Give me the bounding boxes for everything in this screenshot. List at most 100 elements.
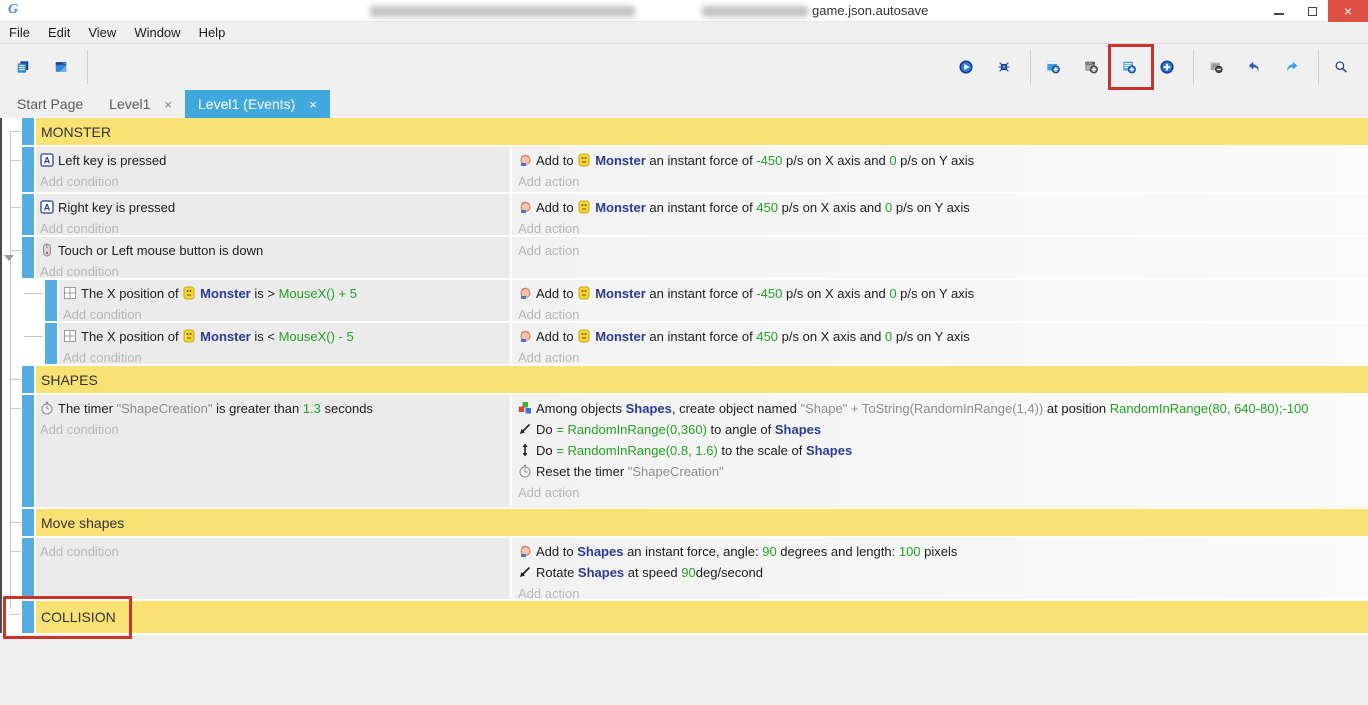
add-action-link[interactable]: Add action xyxy=(518,171,1364,192)
svg-text:A: A xyxy=(44,156,51,166)
object-name: Shapes xyxy=(775,422,821,437)
text-segment: Add to xyxy=(536,286,577,301)
event-group-row: MONSTER xyxy=(2,118,1368,145)
minimize-button[interactable] xyxy=(1264,0,1296,22)
add-event-button[interactable] xyxy=(1112,48,1150,86)
toolbar-separator xyxy=(1030,50,1031,84)
condition-line[interactable]: The X position of Monster is > MouseX() … xyxy=(63,283,506,304)
condition-line[interactable]: The timer "ShapeCreation" is greater tha… xyxy=(40,398,506,419)
toolbar-separator xyxy=(87,50,88,84)
text-segment: p/s on X axis and xyxy=(782,286,889,301)
add-action-link[interactable]: Add action xyxy=(518,583,1364,599)
add-external-events-button[interactable] xyxy=(1074,48,1112,86)
text-segment: is > xyxy=(251,286,279,301)
event-selection-bar xyxy=(45,323,57,364)
add-event-icon xyxy=(1122,60,1136,74)
event-row: ALeft key is pressedAdd condition Add to … xyxy=(2,147,1368,192)
event-selection-bar xyxy=(22,147,34,192)
collapse-arrow-icon[interactable] xyxy=(4,255,14,261)
text-segment: , create object named xyxy=(672,401,801,416)
scene-editor-button[interactable] xyxy=(44,48,82,86)
text-segment: p/s on Y axis xyxy=(897,153,975,168)
text-segment: Add to xyxy=(536,153,577,168)
sub-event-indent xyxy=(22,323,45,364)
add-action-link[interactable]: Add action xyxy=(518,218,1364,235)
menu-help[interactable]: Help xyxy=(190,22,235,44)
action-line[interactable]: Add to Monster an instant force of -450 … xyxy=(518,283,1364,304)
tab-level1-events-[interactable]: Level1 (Events)× xyxy=(185,90,330,118)
tree-tick xyxy=(10,522,21,523)
group-header-monster[interactable]: MONSTER xyxy=(36,118,1368,145)
close-icon: × xyxy=(1344,3,1352,19)
play-button[interactable] xyxy=(949,48,987,86)
add-condition-link[interactable]: Add condition xyxy=(40,541,506,562)
object-name: Monster xyxy=(200,286,251,301)
undo-icon xyxy=(1247,60,1261,74)
tree-tick xyxy=(10,614,21,615)
action-line[interactable]: Add to Monster an instant force of 450 p… xyxy=(518,197,1364,218)
event-selection-bar xyxy=(22,509,34,536)
rotate-icon xyxy=(518,565,532,579)
app-logo-icon: G xyxy=(8,2,24,18)
project-manager-icon xyxy=(16,60,30,74)
search-button[interactable] xyxy=(1324,48,1362,86)
tab-close-icon[interactable]: × xyxy=(164,97,172,112)
action-line[interactable]: Add to Monster an instant force of -450 … xyxy=(518,150,1364,171)
event-selection-bar xyxy=(22,118,34,145)
add-condition-link[interactable]: Add condition xyxy=(40,419,506,440)
menu-file[interactable]: File xyxy=(0,22,39,44)
text-segment: Reset the timer xyxy=(536,464,628,479)
condition-line[interactable]: The X position of Monster is < MouseX() … xyxy=(63,326,506,347)
sub-event-indent xyxy=(22,280,45,321)
add-object-button[interactable] xyxy=(1150,48,1188,86)
text-segment: -450 xyxy=(756,286,782,301)
menu-window[interactable]: Window xyxy=(125,22,189,44)
undo-button[interactable] xyxy=(1237,48,1275,86)
add-action-link[interactable]: Add action xyxy=(518,482,1364,503)
add-condition-link[interactable]: Add condition xyxy=(63,304,506,321)
menu-edit[interactable]: Edit xyxy=(39,22,79,44)
text-segment: degrees and length: xyxy=(777,544,899,559)
text-segment: Add to xyxy=(536,200,577,215)
text-segment: Add to xyxy=(536,329,577,344)
debug-button[interactable] xyxy=(987,48,1025,86)
action-line[interactable]: Add to Shapes an instant force, angle: 9… xyxy=(518,541,1364,562)
add-condition-link[interactable]: Add condition xyxy=(40,218,506,235)
add-condition-link[interactable]: Add condition xyxy=(40,171,506,192)
tab-start-page[interactable]: Start Page xyxy=(4,90,96,118)
add-condition-link[interactable]: Add condition xyxy=(63,347,506,364)
maximize-button[interactable] xyxy=(1296,0,1328,22)
event-row: The X position of Monster is > MouseX() … xyxy=(2,280,1368,321)
condition-line[interactable]: Touch or Left mouse button is down xyxy=(40,240,506,261)
condition-line[interactable]: ALeft key is pressed xyxy=(40,150,506,171)
condition-line[interactable]: ARight key is pressed xyxy=(40,197,506,218)
add-scene-button[interactable] xyxy=(1036,48,1074,86)
add-action-link[interactable]: Add action xyxy=(518,304,1364,321)
text-segment: 450 xyxy=(756,200,778,215)
action-line[interactable]: Among objects Shapes, create object name… xyxy=(518,398,1364,419)
menu-view[interactable]: View xyxy=(79,22,125,44)
tree-tick xyxy=(10,551,21,552)
text-segment: The X position of xyxy=(81,286,182,301)
text-segment: 450 xyxy=(756,329,778,344)
conditions-column: The X position of Monster is > MouseX() … xyxy=(59,280,510,321)
action-line[interactable]: Do = RandomInRange(0,360) to angle of Sh… xyxy=(518,419,1364,440)
group-header-collision[interactable]: COLLISION xyxy=(36,601,1368,633)
action-line[interactable]: Reset the timer "ShapeCreation" xyxy=(518,461,1364,482)
action-line[interactable]: Rotate Shapes at speed 90deg/second xyxy=(518,562,1364,583)
disable-event-button[interactable] xyxy=(1199,48,1237,86)
add-condition-link[interactable]: Add condition xyxy=(40,261,506,278)
action-line[interactable]: Do = RandomInRange(0.8, 1.6) to the scal… xyxy=(518,440,1364,461)
project-manager-button[interactable] xyxy=(6,48,44,86)
text-segment: = RandomInRange(0,360) xyxy=(556,422,707,437)
action-line[interactable]: Add to Monster an instant force of 450 p… xyxy=(518,326,1364,347)
redo-button[interactable] xyxy=(1275,48,1313,86)
add-action-link[interactable]: Add action xyxy=(518,240,1364,261)
group-header-shapes[interactable]: SHAPES xyxy=(36,366,1368,393)
close-button[interactable]: × xyxy=(1328,0,1368,22)
tab-level1[interactable]: Level1× xyxy=(96,90,185,118)
add-action-link[interactable]: Add action xyxy=(518,347,1364,364)
play-icon xyxy=(959,60,973,74)
group-header-move-shapes[interactable]: Move shapes xyxy=(36,509,1368,536)
tab-close-icon[interactable]: × xyxy=(309,97,317,112)
